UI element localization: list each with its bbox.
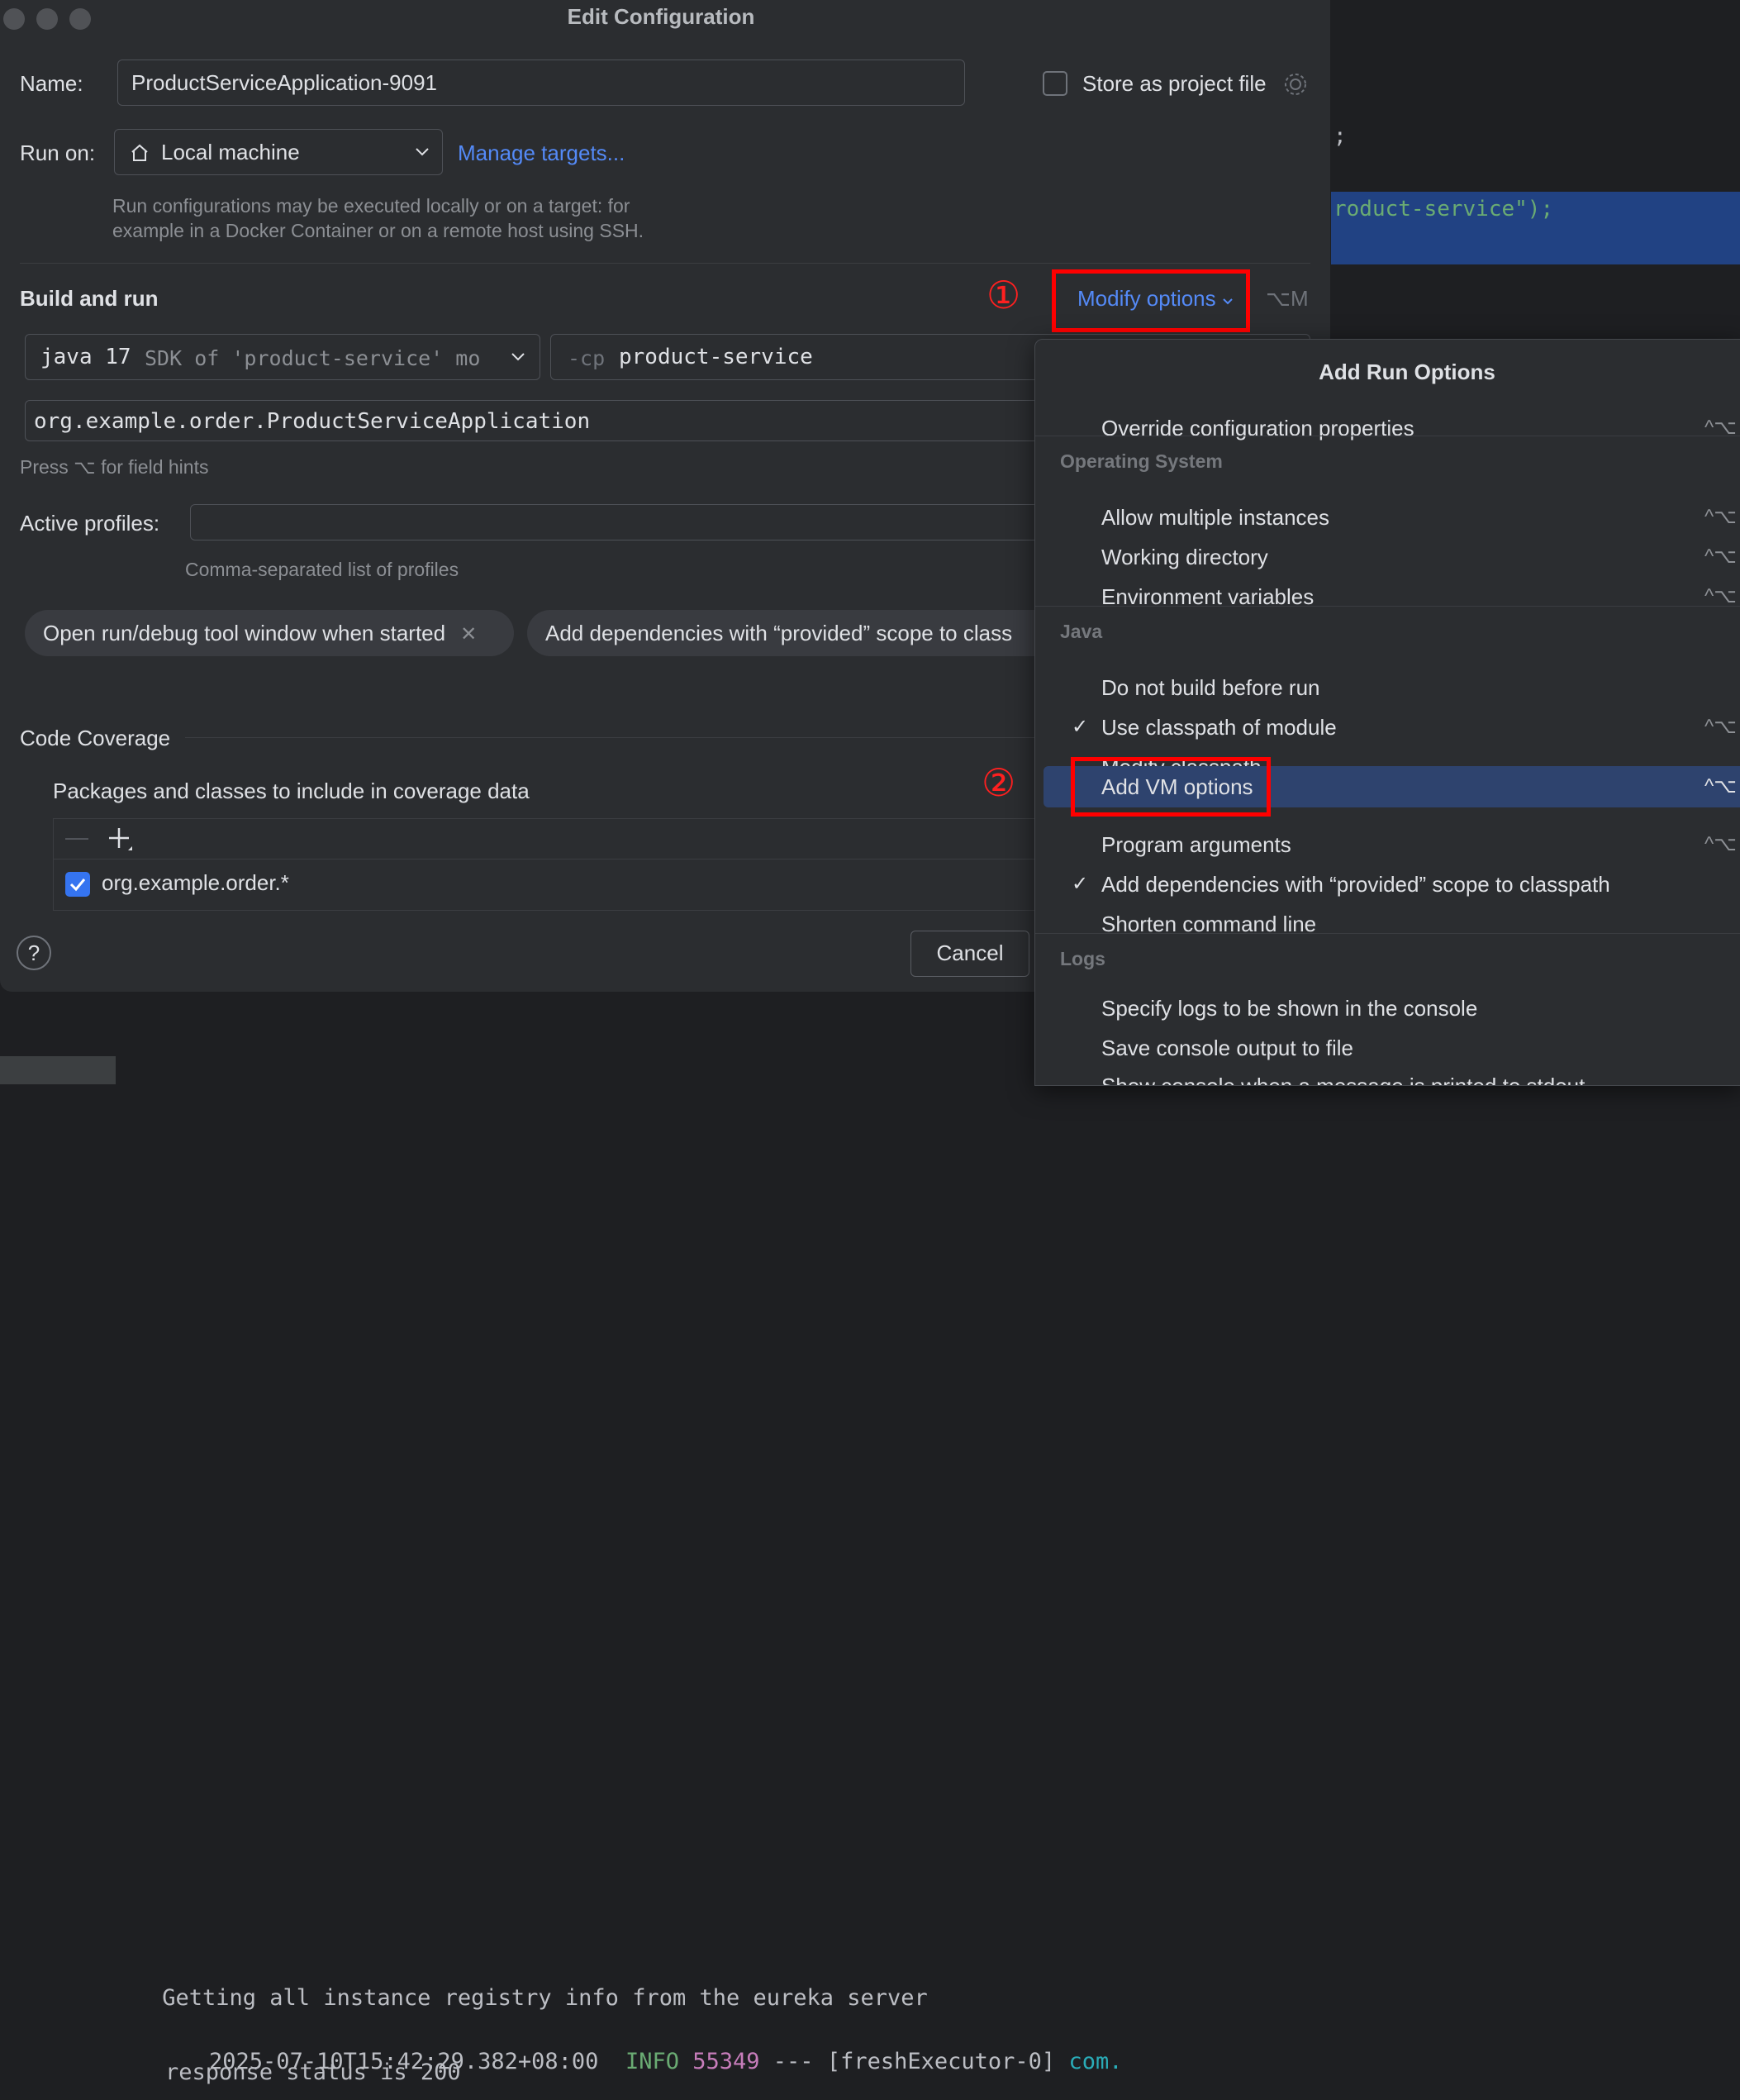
menu-item-show-console-on-stdout[interactable]: Show console when a message is printed t…	[1044, 1067, 1740, 1085]
separator	[1035, 606, 1740, 607]
run-on-label: Run on:	[20, 140, 96, 165]
store-as-project-label: Store as project file	[1082, 71, 1267, 96]
gear-icon[interactable]	[1282, 71, 1309, 98]
modify-options-shortcut: ⌥M	[1266, 286, 1309, 311]
run-on-select[interactable]: Local machine	[114, 129, 443, 175]
separator	[20, 263, 1310, 264]
menu-item-save-console-output[interactable]: Save console output to file	[1044, 1029, 1740, 1067]
active-profiles-hint: Comma-separated list of profiles	[185, 559, 459, 580]
run-on-hint: Run configurations may be executed local…	[112, 195, 644, 241]
menu-item-allow-multiple-instances[interactable]: Allow multiple instances ^⌥	[1044, 498, 1740, 536]
menu-item-program-arguments[interactable]: Program arguments ^⌥	[1044, 826, 1740, 864]
checkmark-icon: ✓	[1072, 873, 1089, 895]
active-profiles-label: Active profiles:	[20, 511, 160, 536]
code-line: ;	[1334, 124, 1347, 149]
code-line-selected: roduct-service");	[1334, 197, 1554, 221]
checkmark-icon: ✓	[1072, 716, 1089, 738]
menu-item-specify-logs[interactable]: Specify logs to be shown in the console	[1044, 989, 1740, 1027]
section-operating-system: Operating System	[1060, 450, 1223, 472]
home-icon	[131, 144, 148, 161]
manage-targets-link[interactable]: Manage targets...	[458, 140, 625, 166]
menu-item-working-directory[interactable]: Working directory ^⌥	[1044, 538, 1740, 576]
separator	[1035, 933, 1740, 934]
menu-item-override-configuration-properties[interactable]: Override configuration properties ^⌥	[1044, 409, 1740, 447]
chip-open-tool-window[interactable]: Open run/debug tool window when started ✕	[25, 610, 514, 656]
menu-item-add-provided-dependencies[interactable]: ✓ Add dependencies with “provided” scope…	[1044, 865, 1740, 903]
console-line: Getting all instance registry info from …	[149, 1985, 928, 2011]
section-logs: Logs	[1060, 948, 1105, 969]
menu-item-use-classpath-of-module[interactable]: ✓ Use classpath of module ^⌥	[1044, 708, 1740, 746]
chevron-down-icon	[511, 353, 525, 361]
menu-item-do-not-build-before-run[interactable]: Do not build before run	[1044, 669, 1740, 707]
coverage-pattern: org.example.order.*	[102, 870, 289, 895]
remove-pattern-button[interactable]: —	[65, 824, 88, 850]
menu-item-shorten-command-line[interactable]: Shorten command line	[1044, 905, 1740, 943]
popup-title: Add Run Options	[1319, 360, 1495, 384]
annotation-2: ②	[982, 760, 1016, 805]
field-hint: Press ⌥ for field hints	[20, 456, 209, 478]
annotation-1: ①	[986, 273, 1021, 317]
cancel-button[interactable]: Cancel	[910, 931, 1029, 977]
add-run-options-popup: Add Run Options Override configuration p…	[1034, 339, 1740, 1086]
checkmark-icon	[69, 879, 86, 892]
tool-window-gutter	[0, 1056, 116, 1084]
console-line: response status is 200	[165, 2060, 461, 2085]
name-label: Name:	[20, 71, 83, 96]
chevron-down-icon	[416, 148, 429, 156]
code-coverage-heading: Code Coverage	[20, 726, 171, 750]
highlight-box-add-vm-options	[1071, 757, 1271, 817]
add-pattern-button[interactable]	[107, 826, 135, 854]
dialog-title: Edit Configuration	[567, 4, 755, 29]
chip-provided-scope[interactable]: Add dependencies with “provided” scope t…	[527, 610, 1122, 656]
help-button[interactable]: ?	[17, 936, 51, 970]
close-icon[interactable]: ✕	[460, 623, 477, 645]
coverage-pattern-checkbox[interactable]	[65, 872, 90, 897]
highlight-box-modify-options	[1052, 269, 1250, 332]
section-java: Java	[1060, 621, 1103, 642]
jdk-select[interactable]: java 17 SDK of 'product-service' mo	[25, 334, 540, 380]
store-as-project-checkbox[interactable]	[1043, 71, 1067, 96]
name-field[interactable]: ProductServiceApplication-9091	[117, 60, 965, 106]
coverage-packages-label: Packages and classes to include in cover…	[53, 779, 530, 803]
build-and-run-heading: Build and run	[20, 286, 159, 311]
menu-item-environment-variables[interactable]: Environment variables ^⌥	[1044, 578, 1740, 616]
